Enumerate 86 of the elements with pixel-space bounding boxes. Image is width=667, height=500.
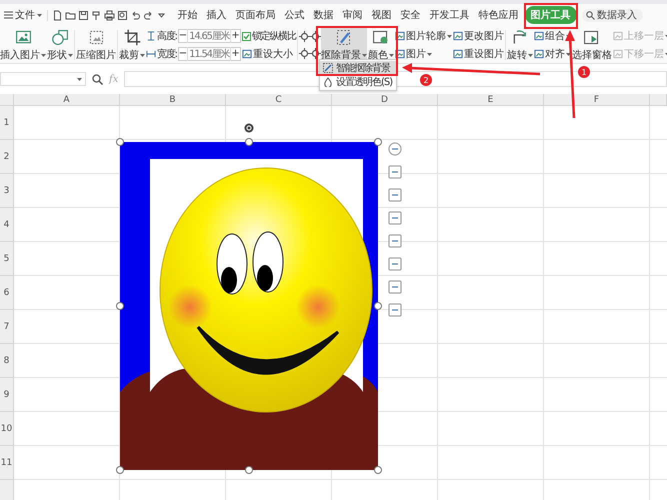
column-header[interactable]: D	[332, 94, 438, 106]
undo-icon[interactable]	[130, 10, 141, 20]
resize-handle[interactable]	[374, 138, 382, 146]
size-value: 14.65厘米	[187, 29, 232, 43]
row-header[interactable]: 11	[0, 446, 14, 480]
resize-handle[interactable]	[116, 466, 124, 474]
row-header[interactable]: 3	[0, 174, 14, 208]
size-label: 宽度:	[157, 48, 177, 61]
ribbon-button[interactable]: 旋转	[506, 27, 533, 63]
folder-icon[interactable]	[65, 10, 76, 20]
resize-handle[interactable]	[245, 138, 253, 146]
row-header[interactable]: 2	[0, 140, 14, 174]
ribbon-button[interactable]: 更改图片	[452, 29, 504, 43]
ribbon-tab[interactable]: 公式	[282, 6, 308, 24]
ribbon-tab[interactable]: 开始	[174, 6, 200, 24]
menu-item[interactable]: 设置透明色(S)	[320, 75, 396, 89]
ribbon-button[interactable]: 重设图片	[452, 47, 504, 61]
row-header[interactable]: 10	[0, 412, 14, 446]
ribbon-tab[interactable]: 特色应用	[476, 6, 522, 24]
size-spinner[interactable]: − 14.65厘米 +	[178, 29, 241, 43]
ribbon-button[interactable]: 对齐	[534, 47, 571, 61]
search-icon	[586, 10, 595, 20]
menu-item[interactable]: 智能抠除背景	[320, 61, 396, 75]
checkbox[interactable]	[242, 32, 251, 40]
annotation-box	[524, 3, 578, 29]
row-header[interactable]: 9	[0, 378, 14, 412]
decrement-button[interactable]: −	[178, 49, 188, 59]
row-header[interactable]: 1	[0, 106, 14, 140]
collapse-icon[interactable]	[388, 142, 402, 156]
decrement-button[interactable]: −	[178, 31, 188, 41]
ribbon-button[interactable]: 插入图片	[0, 27, 46, 63]
column-header[interactable]: A	[14, 94, 120, 106]
ribbon-button[interactable]: 形状	[47, 27, 73, 63]
file-menu[interactable]: 文件	[2, 8, 44, 22]
resize-handle[interactable]	[116, 302, 124, 310]
size-spinner[interactable]: − 11.54厘米 +	[178, 47, 241, 61]
caret-icon	[37, 14, 42, 16]
search-field[interactable]: 数据录入	[582, 8, 643, 22]
resize-handle[interactable]	[116, 138, 124, 146]
width-icon	[146, 49, 156, 59]
increment-button[interactable]: +	[231, 49, 240, 59]
ribbon-button[interactable]: 选择窗格	[572, 27, 612, 63]
resize-handle[interactable]	[374, 466, 382, 474]
check-icon	[242, 32, 250, 40]
resize-handle[interactable]	[245, 466, 253, 474]
ribbon-tab[interactable]: 页面布局	[232, 6, 278, 24]
row-header[interactable]: 5	[0, 242, 14, 276]
drop-icon	[323, 77, 333, 87]
column-header[interactable]: F	[544, 94, 650, 106]
ribbon-button[interactable]: 裁剪	[119, 27, 145, 63]
rotate-handle[interactable]	[244, 123, 254, 133]
height-icon	[146, 31, 156, 41]
resize-handle[interactable]	[374, 302, 382, 310]
printer-icon[interactable]	[104, 10, 115, 20]
menu-icon	[4, 11, 13, 19]
save-icon[interactable]	[78, 10, 89, 20]
size-value: 11.54厘米	[187, 47, 232, 61]
increment-button[interactable]: +	[231, 31, 240, 41]
preview-icon[interactable]	[117, 10, 128, 20]
smiley-picture[interactable]	[120, 142, 378, 470]
row-header[interactable]: 6	[0, 276, 14, 310]
column-header[interactable]: E	[438, 94, 544, 106]
step-badge: 2	[420, 74, 432, 86]
ribbon-tab[interactable]: 开发工具	[426, 6, 472, 24]
column-header[interactable]: C	[226, 94, 332, 106]
ribbon-tab[interactable]: 视图	[368, 6, 394, 24]
column-header[interactable]: B	[120, 94, 226, 106]
ribbon-tab[interactable]: 插入	[204, 6, 230, 24]
size-label: 高度:	[157, 30, 177, 43]
row-header[interactable]: 4	[0, 208, 14, 242]
ribbon-button[interactable]: 颜色	[368, 27, 394, 63]
caret-icon	[77, 78, 82, 80]
lock-ratio-checkbox[interactable]: 锁定纵横比	[242, 29, 296, 43]
row-header[interactable]: 8	[0, 344, 14, 378]
ribbon-tab[interactable]: 审阅	[340, 6, 366, 24]
ribbon-button[interactable]: 重设大小	[242, 47, 296, 61]
ribbon-button[interactable]: 图片轮廓	[394, 29, 452, 43]
sun-icon[interactable]	[298, 48, 310, 59]
redo-icon[interactable]	[143, 10, 154, 20]
row-header[interactable]: 7	[0, 310, 14, 344]
ribbon-button[interactable]: 图片	[394, 47, 452, 61]
document-icon[interactable]	[52, 10, 63, 20]
step-badge: 1	[578, 66, 590, 78]
ribbon-tab[interactable]: 数据	[310, 6, 336, 24]
ribbon-button[interactable]: 压缩图片	[76, 27, 116, 63]
ribbon-tab[interactable]: 安全	[398, 6, 424, 24]
